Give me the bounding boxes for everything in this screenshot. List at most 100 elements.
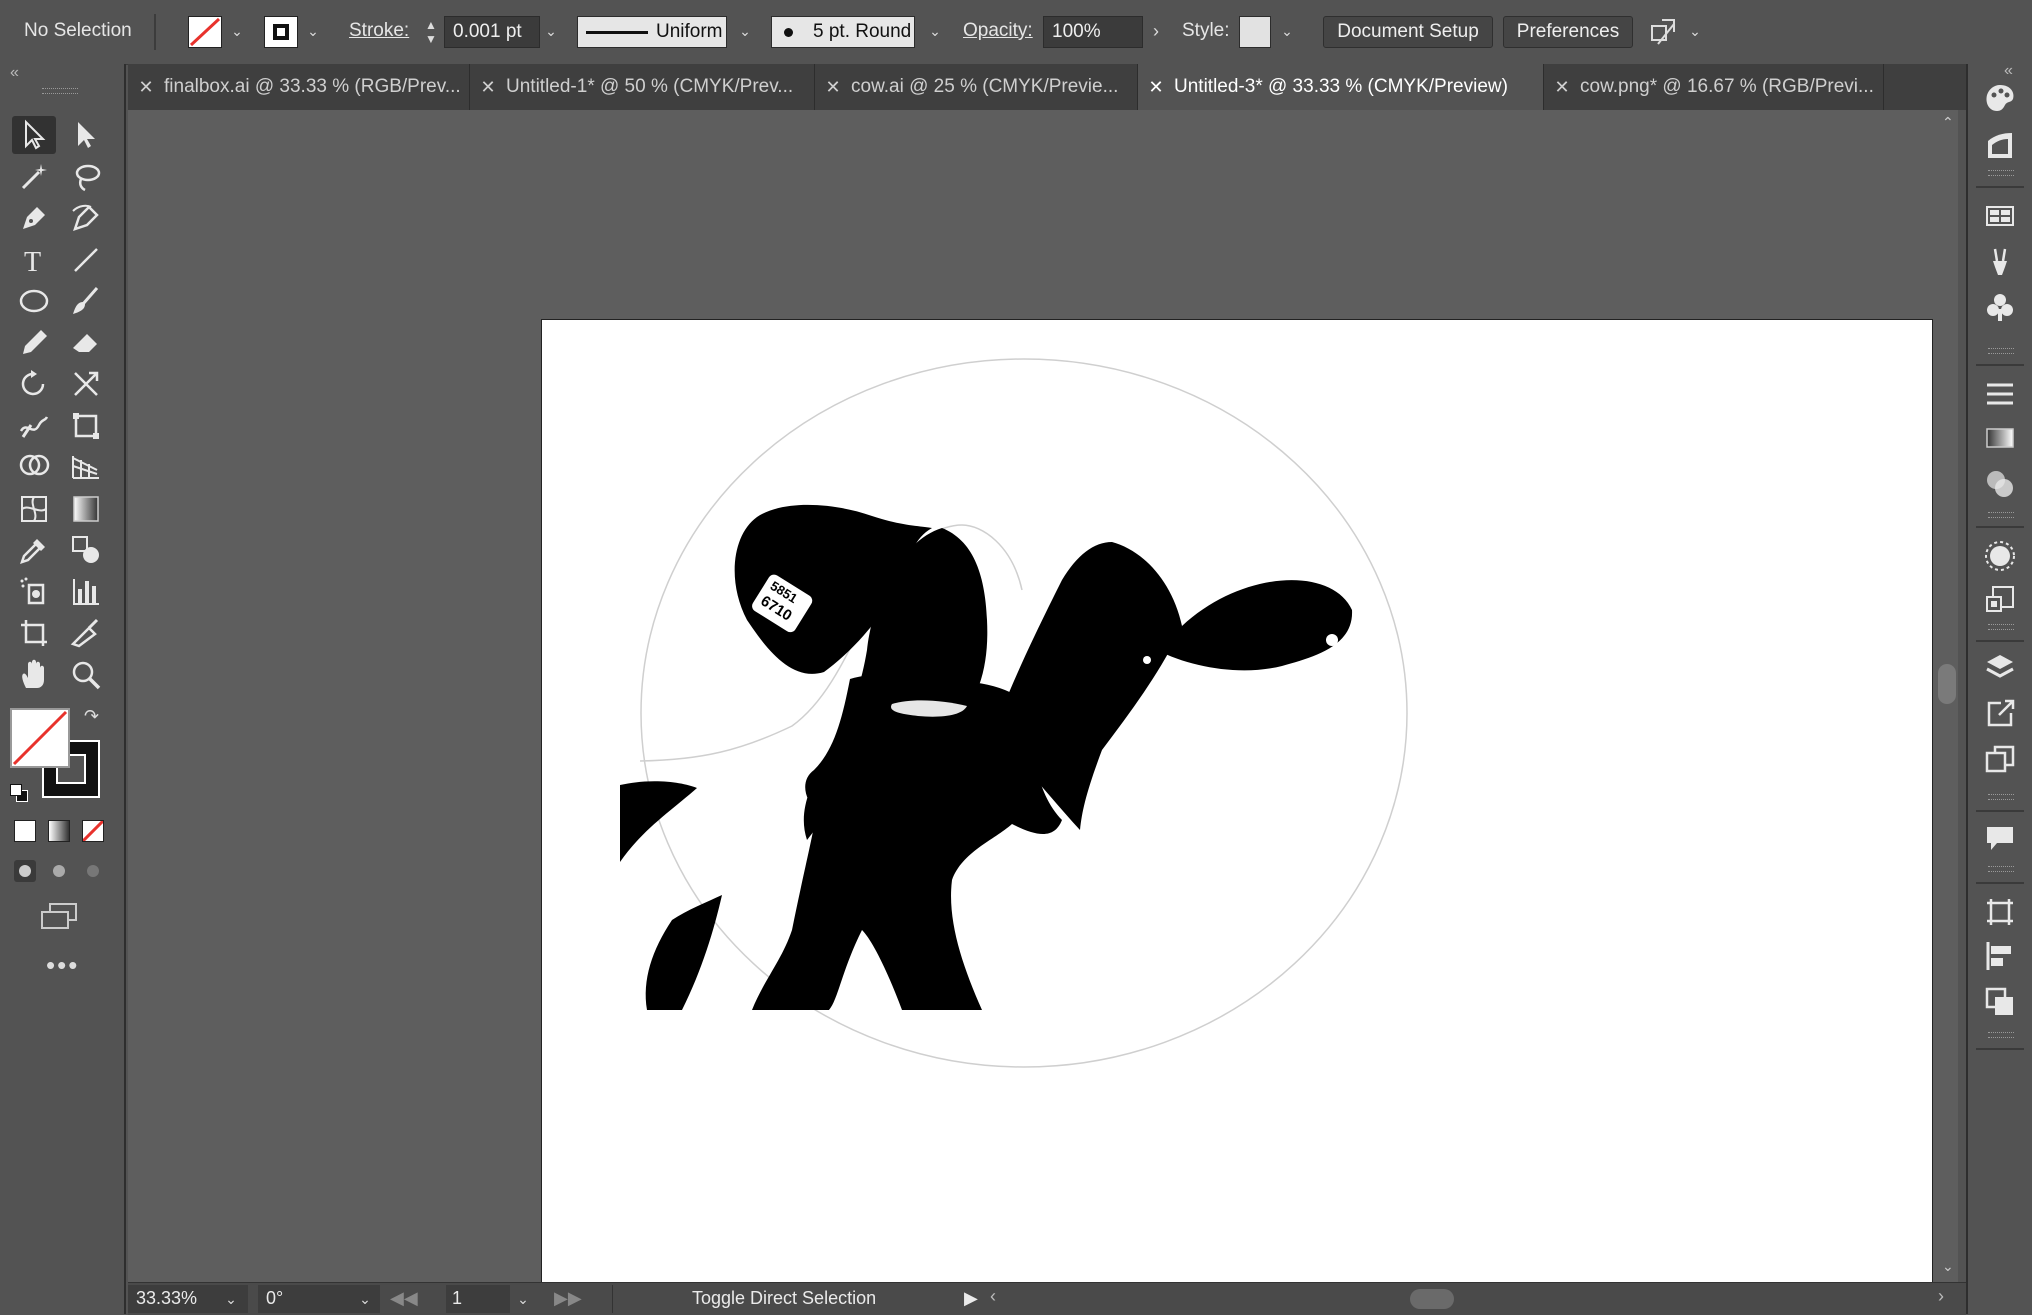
fill-swatch[interactable]: [188, 16, 222, 48]
color-panel-button[interactable]: [1978, 76, 2022, 120]
canvas-area[interactable]: 5851 6710 ⌃ ⌄: [128, 110, 1958, 1282]
close-icon[interactable]: ✕: [815, 77, 851, 98]
first-artboard-icon[interactable]: ◀◀: [390, 1288, 418, 1309]
curvature-tool-button[interactable]: [64, 199, 108, 237]
comments-panel-button[interactable]: [1978, 816, 2022, 860]
stroke-panel-button[interactable]: [1978, 372, 2022, 416]
close-icon[interactable]: ✕: [1544, 77, 1580, 98]
tab-untitled-1[interactable]: ✕ Untitled-1* @ 50 % (CMYK/Prev...: [470, 64, 815, 110]
direct-selection-tool-button[interactable]: [64, 116, 108, 154]
scroll-up-icon[interactable]: ⌃: [1942, 114, 1954, 131]
panel-group-grip-icon[interactable]: [1988, 624, 2014, 630]
fill-dropdown-chevron-down-icon[interactable]: ⌄: [226, 16, 248, 46]
draw-inside-icon[interactable]: [82, 860, 104, 882]
mesh-tool-button[interactable]: [12, 490, 56, 528]
shape-builder-tool-button[interactable]: [12, 448, 56, 486]
arrange-documents-icon[interactable]: [1648, 16, 1680, 48]
profile-dropdown-chevron-down-icon[interactable]: ⌄: [734, 16, 756, 46]
brushes-panel-button[interactable]: [1978, 240, 2022, 284]
default-fill-stroke-icon[interactable]: [10, 784, 28, 802]
hand-tool-button[interactable]: [12, 656, 56, 694]
tab-cow-ai[interactable]: ✕ cow.ai @ 25 % (CMYK/Previe...: [815, 64, 1138, 110]
tab-cow-png[interactable]: ✕ cow.png* @ 16.67 % (RGB/Previ...: [1544, 64, 1884, 110]
swatches-panel-button[interactable]: [1978, 194, 2022, 238]
artboard[interactable]: 5851 6710: [541, 319, 1933, 1282]
stroke-weight-dropdown-chevron-down-icon[interactable]: ⌄: [540, 16, 562, 46]
align-panel-button[interactable]: [1978, 934, 2022, 978]
chevron-up-icon[interactable]: ▲: [425, 18, 437, 32]
stroke-weight-input[interactable]: 0.001 pt: [444, 16, 540, 48]
blend-tool-button[interactable]: [64, 531, 108, 569]
screen-mode-icon[interactable]: [40, 902, 80, 937]
close-icon[interactable]: ✕: [128, 77, 164, 98]
asset-export-panel-button[interactable]: [1978, 692, 2022, 736]
scroll-left-icon[interactable]: ‹: [990, 1286, 996, 1307]
chevron-down-icon[interactable]: ▼: [425, 32, 437, 46]
document-setup-button[interactable]: Document Setup: [1323, 16, 1493, 48]
style-dropdown-chevron-down-icon[interactable]: ⌄: [1276, 16, 1298, 46]
panel-group-grip-icon[interactable]: [1988, 170, 2014, 176]
draw-behind-icon[interactable]: [48, 860, 70, 882]
magic-wand-tool-button[interactable]: [12, 158, 56, 196]
scroll-down-icon[interactable]: ⌄: [1942, 1258, 1954, 1275]
panel-group-grip-icon[interactable]: [1988, 794, 2014, 800]
pathfinder-panel-button[interactable]: [1978, 980, 2022, 1024]
close-icon[interactable]: ✕: [1138, 77, 1174, 98]
variable-width-profile[interactable]: Uniform: [577, 16, 727, 48]
layers-panel-button[interactable]: [1978, 646, 2022, 690]
zoom-tool-button[interactable]: [64, 656, 108, 694]
zoom-chevron-down-icon[interactable]: ⌄: [220, 1285, 242, 1313]
panel-group-grip-icon[interactable]: [1988, 348, 2014, 354]
pencil-tool-button[interactable]: [12, 324, 56, 362]
arrange-chevron-down-icon[interactable]: ⌄: [1684, 16, 1706, 46]
stroke-label[interactable]: Stroke:: [349, 20, 409, 42]
stroke-swatch[interactable]: [264, 16, 298, 48]
pen-tool-button[interactable]: [12, 199, 56, 237]
ellipse-tool-button[interactable]: [12, 282, 56, 320]
stroke-stepper[interactable]: ▲ ▼: [420, 16, 442, 48]
symbol-sprayer-tool-button[interactable]: [12, 573, 56, 611]
preferences-button[interactable]: Preferences: [1503, 16, 1633, 48]
color-mode-icon[interactable]: [14, 820, 36, 842]
brush-dropdown-chevron-down-icon[interactable]: ⌄: [924, 16, 946, 46]
eyedropper-tool-button[interactable]: [12, 531, 56, 569]
draw-normal-icon[interactable]: [14, 860, 36, 882]
graphic-style-swatch[interactable]: [1239, 16, 1271, 48]
none-mode-icon[interactable]: [82, 820, 104, 842]
perspective-grid-tool-button[interactable]: [64, 448, 108, 486]
opacity-label[interactable]: Opacity:: [963, 20, 1033, 42]
eraser-tool-button[interactable]: [64, 324, 108, 362]
gradient-panel-button[interactable]: [1978, 416, 2022, 460]
opacity-input[interactable]: 100%: [1043, 16, 1143, 48]
warp-tool-button[interactable]: [12, 407, 56, 445]
gradient-mode-icon[interactable]: [48, 820, 70, 842]
artboard-number-input[interactable]: 1: [446, 1285, 510, 1313]
scale-tool-button[interactable]: [64, 365, 108, 403]
lasso-tool-button[interactable]: [64, 158, 108, 196]
vertical-scrollbar[interactable]: ⌃ ⌄: [1936, 110, 1958, 1282]
free-transform-tool-button[interactable]: [64, 407, 108, 445]
gradient-tool-button[interactable]: [64, 490, 108, 528]
fill-color-box[interactable]: [10, 708, 70, 768]
type-tool-button[interactable]: T: [12, 241, 56, 279]
artboards-panel-button[interactable]: [1978, 738, 2022, 782]
slice-tool-button[interactable]: [64, 614, 108, 652]
vertical-scroll-thumb[interactable]: [1938, 664, 1956, 704]
transform-panel-button[interactable]: [1978, 890, 2022, 934]
close-icon[interactable]: ✕: [470, 77, 506, 98]
column-graph-tool-button[interactable]: [64, 573, 108, 611]
swap-fill-stroke-icon[interactable]: ↷: [84, 706, 99, 727]
symbols-panel-button[interactable]: [1978, 286, 2022, 330]
panel-group-grip-icon[interactable]: [1988, 1032, 2014, 1038]
panel-group-grip-icon[interactable]: [1988, 866, 2014, 872]
rotate-tool-button[interactable]: [12, 365, 56, 403]
graphic-styles-panel-button[interactable]: [1978, 578, 2022, 622]
paintbrush-tool-button[interactable]: [64, 282, 108, 320]
opacity-chevron-right-icon[interactable]: ›: [1145, 16, 1167, 46]
tab-untitled-3[interactable]: ✕ Untitled-3* @ 33.33 % (CMYK/Preview): [1138, 64, 1544, 110]
transparency-panel-button[interactable]: [1978, 462, 2022, 506]
tab-finalbox[interactable]: ✕ finalbox.ai @ 33.33 % (RGB/Prev...: [128, 64, 470, 110]
artboard-tool-button[interactable]: [12, 614, 56, 652]
scroll-right-icon[interactable]: ›: [1938, 1286, 1944, 1307]
horizontal-scroll-thumb[interactable]: [1410, 1289, 1454, 1309]
